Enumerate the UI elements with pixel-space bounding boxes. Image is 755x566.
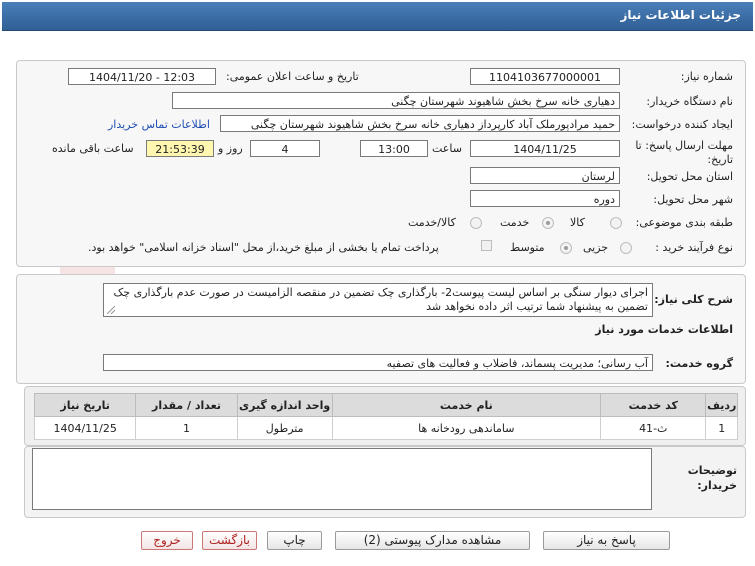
category-label: طبقه بندی موضوعی: [635,216,733,229]
window-title: جزئیات اطلاعات نیاز [620,8,741,22]
deadline-time-label: ساعت [432,142,462,155]
services-table: ردیف کد خدمت نام خدمت واحد اندازه گیری ت… [33,393,738,440]
need-number-field: 1104103677000001 [470,68,620,85]
description-textarea: اجرای دیوار سنگی بر اساس لیست پیوست2- با… [103,283,653,317]
description-label: شرح کلی نیاز: [654,293,733,306]
need-number-label: شماره نیاز: [680,70,733,83]
attachments-button[interactable]: مشاهده مدارک پیوستی (2) [335,531,530,550]
window-titlebar: جزئیات اطلاعات نیاز [2,2,753,31]
exit-button[interactable]: خروج [141,531,193,550]
buyer-org-label: نام دستگاه خریدار: [646,95,733,108]
category-option-service-label: خدمت [500,216,530,229]
col-name-header: نام خدمت [331,393,602,417]
city-label: شهر محل تحویل: [653,193,733,206]
table-header-row: ردیف کد خدمت نام خدمت واحد اندازه گیری ت… [33,393,738,417]
service-group-label: گروه خدمت: [665,357,733,370]
reply-button[interactable]: پاسخ به نیاز [543,531,670,550]
contact-buyer-link[interactable]: اطلاعات تماس خریدار [108,118,210,131]
table-row: 1 ث-41 ساماندهی رودخانه ها مترطول 1 1404… [33,416,738,440]
deadline-date-field: 1404/11/25 [470,140,620,157]
cell-name: ساماندهی رودخانه ها [331,416,602,440]
payment-note: پرداخت تمام یا بخشی از مبلغ خرید،از محل … [88,241,439,254]
resize-handle-icon[interactable] [107,306,115,314]
buyer-notes-textarea[interactable] [32,448,652,510]
province-label: استان محل تحویل: [646,170,733,183]
deadline-label: مهلت ارسال پاسخ: تا تاریخ: [635,139,733,166]
announce-label: تاریخ و ساعت اعلان عمومی: [226,70,359,83]
category-radio-service[interactable] [542,217,554,229]
col-qty-header: تعداد / مقدار [135,393,238,417]
process-radio-minor[interactable] [620,242,632,254]
days-label: روز و [218,142,243,155]
service-group-field: آب رسانی؛ مدیریت پسماند، فاضلاب و فعالیت… [103,354,653,371]
cell-qty: 1 [135,416,238,440]
payment-checkbox[interactable] [481,240,492,251]
announce-field: 1404/11/20 - 12:03 [68,68,216,85]
print-button[interactable]: چاپ [267,531,322,550]
category-option-goods-label: کالا [570,216,585,229]
days-field: 4 [250,140,320,157]
services-section-title: اطلاعات خدمات مورد نیاز [595,323,733,336]
city-field: دوره [470,190,620,207]
back-button[interactable]: بازگشت [202,531,257,550]
cell-row: 1 [705,416,738,440]
col-row-header: ردیف [705,393,738,417]
cell-date: 1404/11/25 [33,416,137,440]
col-unit-header: واحد اندازه گیری [236,393,333,417]
remaining-label: ساعت باقی مانده [52,142,134,155]
buyer-org-field: دهیاری خانه سرخ بخش شاهیوند شهرستان چگنی [172,92,620,109]
category-radio-both[interactable] [470,217,482,229]
category-radio-goods[interactable] [610,217,622,229]
buyer-notes-label: توضیحات خریدار: [687,464,737,492]
deadline-time-field: 13:00 [360,140,428,157]
col-date-header: تاریخ نیاز [33,393,137,417]
cell-unit: مترطول [236,416,333,440]
requester-label: ایجاد کننده درخواست: [631,118,733,131]
remaining-time-field: 21:53:39 [146,140,214,157]
province-field: لرستان [470,167,620,184]
requester-field: حمید مرادپورملک آباد کارپرداز دهیاری خان… [220,115,620,132]
description-text: اجرای دیوار سنگی بر اساس لیست پیوست2- با… [113,286,648,313]
category-option-both-label: کالا/خدمت [408,216,456,229]
cell-code: ث-41 [599,416,707,440]
col-code-header: کد خدمت [599,393,707,417]
process-radio-medium[interactable] [560,242,572,254]
process-label: نوع فرآیند خرید : [655,241,733,254]
process-option-medium-label: متوسط [510,241,545,254]
process-option-minor-label: جزیی [583,241,609,254]
